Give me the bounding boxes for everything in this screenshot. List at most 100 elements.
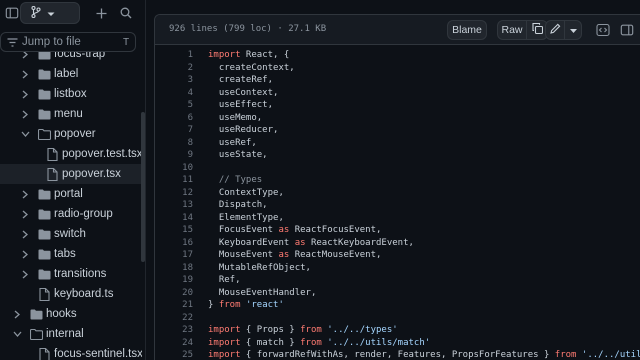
tree-file[interactable]: popover.tsx (0, 164, 142, 184)
code-line: 17 MouseEvent as ReactMouseEvent, (155, 250, 640, 263)
line-number[interactable]: 7 (155, 125, 193, 135)
code-view: 1 import React, {2 createContext, 3 create… (155, 46, 640, 360)
tree-item-label: hooks (46, 308, 77, 320)
code-line: 8 useRef, (155, 138, 640, 151)
line-number[interactable]: 19 (155, 275, 193, 285)
file-tree: focus-trap label listbox menu popover popover… (0, 52, 142, 360)
file-icon (37, 287, 51, 301)
chevron-right-icon[interactable] (20, 209, 30, 219)
line-number[interactable]: 18 (155, 263, 193, 273)
pencil-icon (549, 23, 561, 37)
chevron-right-icon[interactable] (20, 89, 30, 99)
line-number[interactable]: 4 (155, 88, 193, 98)
tree-folder[interactable]: switch (0, 224, 142, 244)
edit-button[interactable] (545, 20, 565, 40)
line-number[interactable]: 3 (155, 75, 193, 85)
line-code: KeyboardEvent as ReactKeyboardEvent, (208, 237, 414, 248)
tree-folder[interactable]: portal (0, 184, 142, 204)
line-number[interactable]: 20 (155, 288, 193, 298)
line-number[interactable]: 1 (155, 50, 193, 60)
chevron-right-icon[interactable] (20, 249, 30, 259)
chevron-right-icon[interactable] (20, 229, 30, 239)
file-icon (37, 347, 51, 360)
line-code: useEffect, (208, 100, 274, 110)
line-number[interactable]: 5 (155, 100, 193, 110)
folder-icon (29, 307, 43, 321)
tree-file[interactable]: popover.test.tsx (0, 144, 142, 164)
folder-icon (37, 87, 51, 101)
chevron-right-icon[interactable] (20, 109, 30, 119)
code-line: 6 useMemo, (155, 113, 640, 126)
sidebar-scrollbar[interactable] (141, 112, 145, 262)
tree-folder[interactable]: menu (0, 104, 142, 124)
line-code: Ref, (208, 275, 241, 285)
line-number[interactable]: 17 (155, 250, 193, 260)
tree-folder[interactable]: internal (0, 324, 142, 344)
tree-folder[interactable]: hooks (0, 304, 142, 324)
tree-item-label: internal (46, 328, 84, 340)
tree-folder[interactable]: listbox (0, 84, 142, 104)
chevron-down-icon[interactable] (20, 129, 30, 139)
jump-to-file-input[interactable] (22, 36, 112, 48)
line-number[interactable]: 10 (155, 163, 193, 173)
tree-item-label: switch (54, 228, 86, 240)
line-number[interactable]: 12 (155, 188, 193, 198)
code-line: 19 Ref, (155, 275, 640, 288)
tree-item-label: popover (54, 128, 96, 140)
tree-item-label: listbox (54, 88, 87, 100)
line-number[interactable]: 2 (155, 63, 193, 73)
tree-folder[interactable]: popover (0, 124, 142, 144)
tree-folder[interactable]: tabs (0, 244, 142, 264)
line-number[interactable]: 6 (155, 113, 193, 123)
jump-to-file-field[interactable]: T (0, 32, 136, 52)
collapse-sidebar-icon[interactable] (2, 3, 22, 23)
chevron-right-icon[interactable] (20, 269, 30, 279)
add-file-icon[interactable] (91, 3, 111, 23)
file-info: 926 lines (799 loc) · 27.1 KB (169, 24, 327, 34)
line-number[interactable]: 9 (155, 150, 193, 160)
line-number[interactable]: 11 (155, 175, 193, 185)
code-line: 18 MutableRefObject, (155, 263, 640, 276)
line-number[interactable]: 16 (155, 238, 193, 248)
code-line: 20 MouseEventHandler, (155, 288, 640, 301)
blame-button[interactable]: Blame (447, 20, 487, 40)
folder-icon (37, 107, 51, 121)
chevron-right-icon[interactable] (20, 189, 30, 199)
chevron-right-icon[interactable] (20, 52, 30, 59)
line-number[interactable]: 24 (155, 338, 193, 348)
line-code: // Types (218, 175, 263, 185)
line-number[interactable]: 14 (155, 213, 193, 223)
chevron-right-icon[interactable] (20, 69, 30, 79)
line-number[interactable]: 25 (155, 350, 193, 360)
line-code: useReducer, (208, 125, 279, 135)
branch-dropdown-caret-icon (47, 6, 55, 20)
line-number[interactable]: 15 (155, 225, 193, 235)
edit-menu-button[interactable] (564, 20, 582, 40)
line-number[interactable]: 23 (155, 325, 193, 335)
tree-folder[interactable]: label (0, 64, 142, 84)
keyboard-shortcut-hint: T (122, 36, 130, 48)
tree-folder[interactable]: radio-group (0, 204, 142, 224)
code-line: 21} from 'react' (155, 300, 640, 313)
search-icon[interactable] (116, 3, 136, 23)
code-symbols-icon[interactable] (593, 20, 613, 40)
line-code: MouseEventHandler, (208, 287, 317, 298)
chevron-right-icon[interactable] (12, 309, 22, 319)
code-line: 7 useReducer, (155, 125, 640, 138)
raw-button[interactable]: Raw (497, 20, 527, 40)
tree-file[interactable]: keyboard.ts (0, 284, 142, 304)
code-line: 16 KeyboardEvent as ReactKeyboardEvent, (155, 238, 640, 251)
line-number[interactable]: 21 (155, 300, 193, 310)
tree-item-label: transitions (54, 268, 107, 280)
line-number[interactable]: 8 (155, 138, 193, 148)
tree-folder[interactable]: focus-trap (0, 52, 142, 64)
tree-folder[interactable]: transitions (0, 264, 142, 284)
line-number[interactable]: 13 (155, 200, 193, 210)
line-number[interactable]: 22 (155, 313, 193, 323)
symbols-panel-icon[interactable] (617, 20, 637, 40)
branch-selector-button[interactable] (20, 2, 80, 24)
line-code: import { match } from '../../utils/match… (208, 337, 431, 348)
tree-item-label: label (54, 68, 79, 80)
tree-file[interactable]: focus-sentinel.tsx (0, 344, 142, 360)
chevron-down-icon[interactable] (12, 329, 22, 339)
